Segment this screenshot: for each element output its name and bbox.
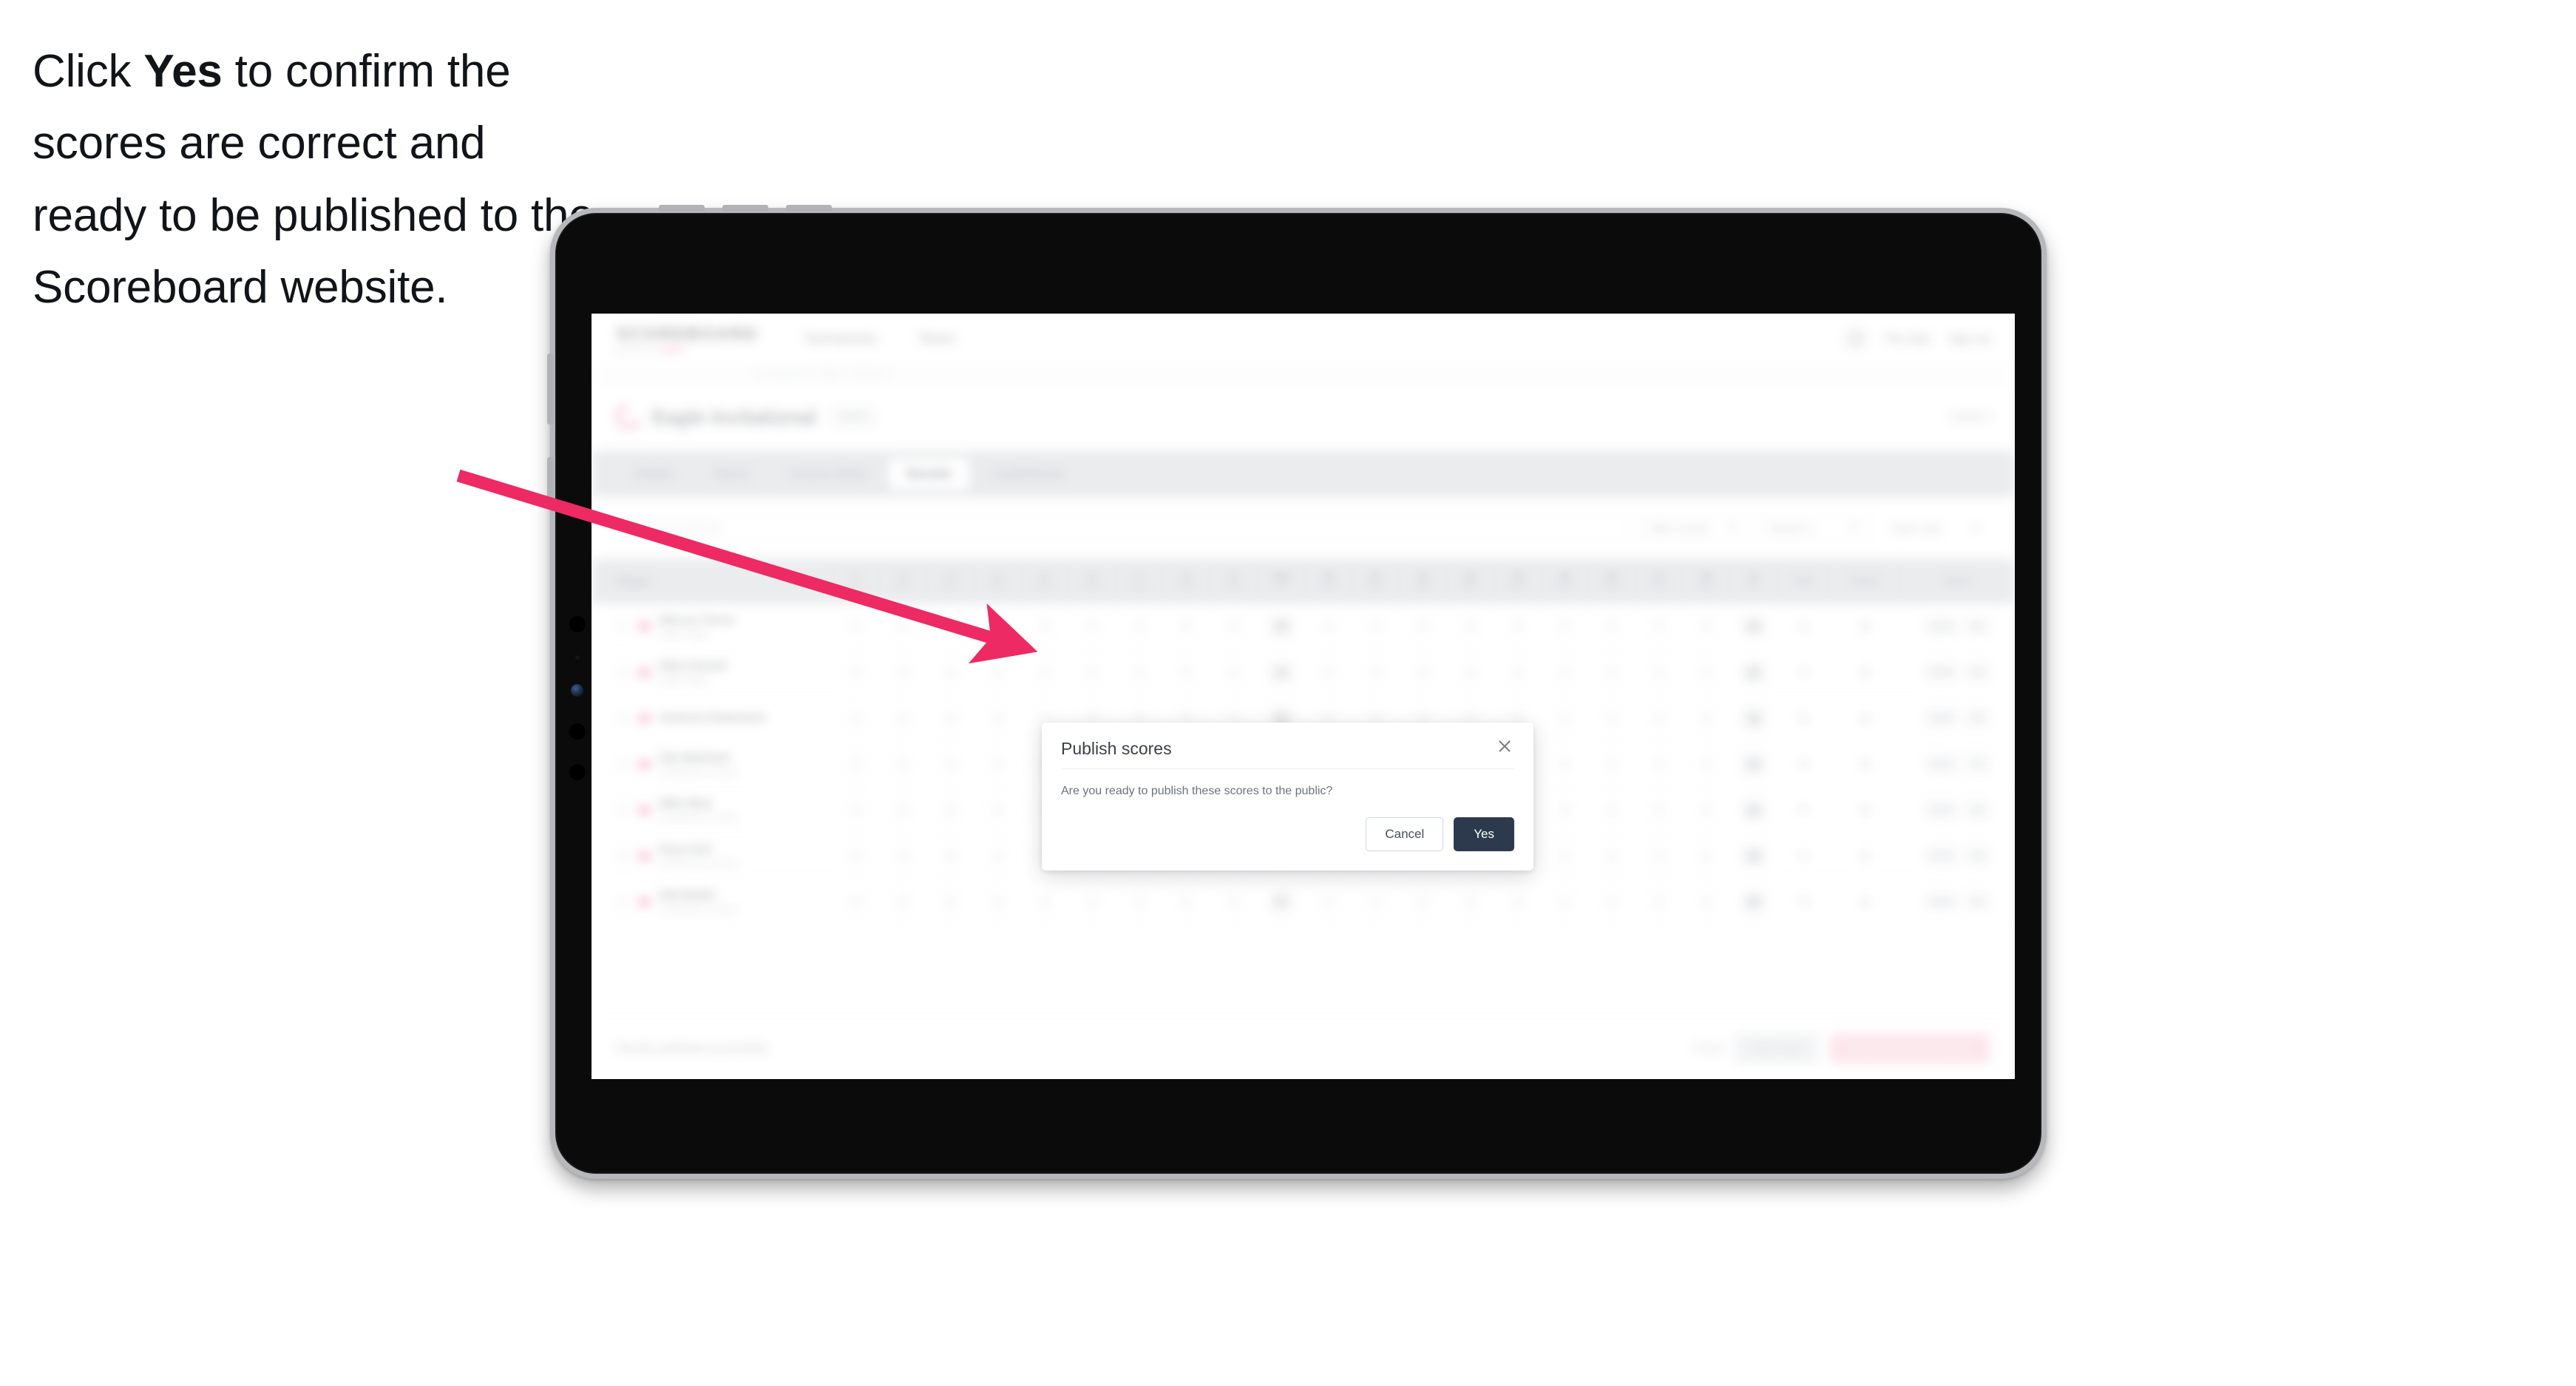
screenshot-canvas: Click Yes to confirm the scores are corr… bbox=[0, 0, 2576, 1386]
device-speaker-hole-3 bbox=[569, 764, 586, 780]
tablet-screen: SCOREBOARD powered by GOLF Tournaments T… bbox=[592, 314, 2015, 1079]
device-speaker-hole-2 bbox=[569, 723, 586, 740]
caption-prefix: Click bbox=[33, 46, 144, 97]
modal-scrim[interactable] bbox=[592, 314, 2015, 1079]
device-top-button-3 bbox=[786, 205, 832, 212]
dialog-title: Publish scores bbox=[1061, 739, 1172, 758]
cancel-button[interactable]: Cancel bbox=[1366, 817, 1444, 851]
publish-scores-dialog: Publish scores Are you ready to publish … bbox=[1042, 723, 1533, 871]
yes-button[interactable]: Yes bbox=[1454, 817, 1514, 851]
dialog-footer: Cancel Yes bbox=[1061, 798, 1514, 851]
dialog-header: Publish scores bbox=[1061, 739, 1514, 769]
dialog-message: Are you ready to publish these scores to… bbox=[1061, 785, 1333, 797]
close-icon[interactable] bbox=[1495, 737, 1514, 756]
instruction-caption: Click Yes to confirm the scores are corr… bbox=[33, 36, 594, 323]
device-sensor-dot bbox=[575, 655, 580, 660]
tablet-device: SCOREBOARD powered by GOLF Tournaments T… bbox=[547, 205, 2047, 1179]
caption-bold-word: Yes bbox=[143, 46, 223, 97]
front-camera-icon bbox=[571, 684, 583, 697]
device-volume-button bbox=[547, 457, 554, 498]
device-power-button bbox=[547, 354, 554, 425]
device-top-button-1 bbox=[659, 205, 705, 212]
device-speaker-hole-1 bbox=[569, 616, 586, 632]
device-top-button-2 bbox=[722, 205, 768, 212]
